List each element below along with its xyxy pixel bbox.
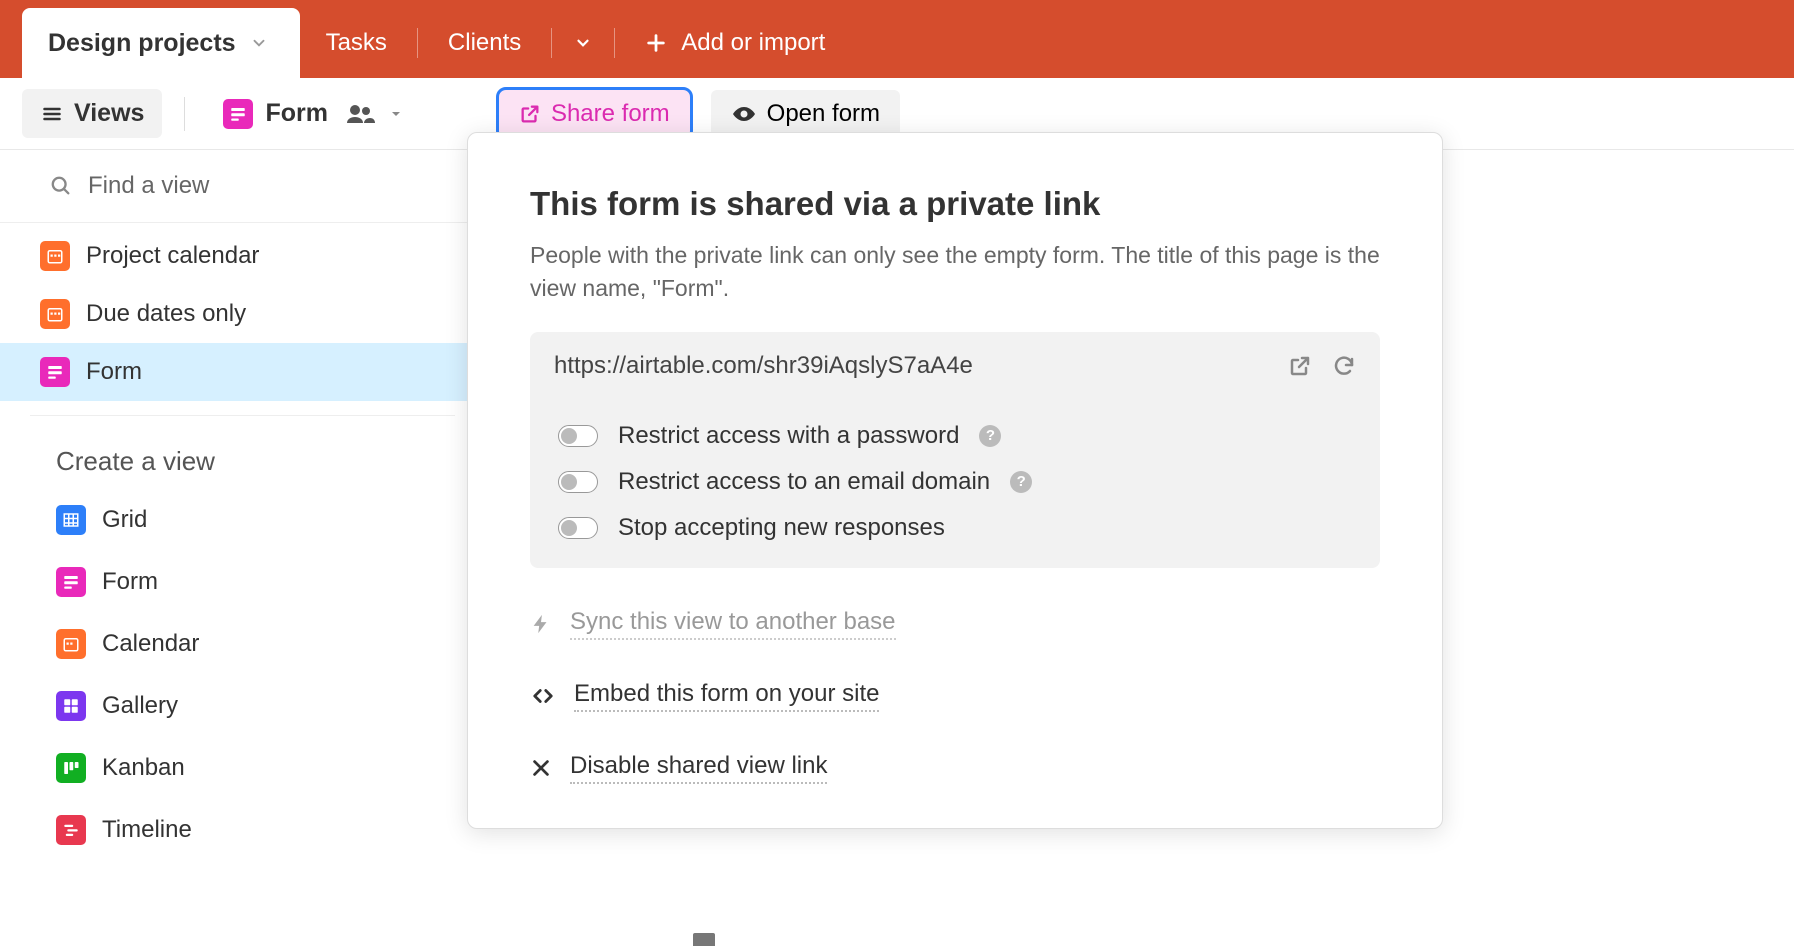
- tab-more-dropdown[interactable]: [556, 8, 610, 78]
- scroll-indicator: [693, 933, 715, 946]
- view-label: Form: [86, 358, 142, 386]
- option-restrict-domain: Restrict access to an email domain ?: [558, 468, 1352, 496]
- grid-icon: [56, 505, 86, 535]
- open-link-icon[interactable]: [1288, 354, 1312, 378]
- caret-down-icon: [388, 108, 404, 120]
- timeline-icon: [56, 815, 86, 845]
- toggle-restrict-password[interactable]: [558, 425, 598, 447]
- separator: [551, 28, 552, 58]
- share-options-box: Restrict access with a password ? Restri…: [530, 400, 1380, 568]
- view-item-project-calendar[interactable]: Project calendar: [0, 227, 485, 285]
- add-import-label: Add or import: [681, 29, 825, 57]
- view-item-due-dates[interactable]: Due dates only: [0, 285, 485, 343]
- view-label: Project calendar: [86, 242, 259, 270]
- table-tabs-bar: Design projects Tasks Clients Add or imp…: [0, 8, 1794, 78]
- separator: [614, 28, 615, 58]
- create-label: Grid: [102, 506, 147, 534]
- chevron-down-icon: [250, 34, 268, 52]
- option-label: Restrict access to an email domain: [618, 468, 990, 496]
- search-placeholder: Find a view: [88, 172, 209, 200]
- toggle-stop-responses[interactable]: [558, 517, 598, 539]
- views-list: Project calendar Due dates only Form: [0, 223, 485, 401]
- tab-label: Tasks: [326, 29, 387, 57]
- disable-link[interactable]: Disable shared view link: [530, 752, 1380, 784]
- menu-icon: [40, 104, 64, 124]
- bolt-icon: [530, 611, 552, 637]
- share-form-label: Share form: [551, 100, 670, 128]
- views-toggle-button[interactable]: Views: [22, 89, 162, 138]
- x-icon: [530, 757, 552, 779]
- create-timeline-view[interactable]: Timeline: [0, 799, 485, 861]
- find-view-input[interactable]: Find a view: [0, 150, 485, 223]
- disable-label: Disable shared view link: [570, 752, 827, 784]
- form-icon: [40, 357, 70, 387]
- views-label: Views: [74, 99, 144, 128]
- tab-label: Clients: [448, 29, 521, 57]
- calendar-icon: [40, 299, 70, 329]
- create-view-heading: Create a view: [0, 446, 485, 489]
- toggle-restrict-domain[interactable]: [558, 471, 598, 493]
- eye-icon: [731, 105, 757, 123]
- create-gallery-view[interactable]: Gallery: [0, 675, 485, 737]
- chevron-down-icon: [574, 34, 592, 52]
- external-link-icon: [519, 103, 541, 125]
- open-form-label: Open form: [767, 100, 880, 128]
- calendar-icon: [40, 241, 70, 271]
- current-view-label: Form: [265, 99, 328, 128]
- create-label: Gallery: [102, 692, 178, 720]
- separator: [184, 97, 185, 131]
- form-icon: [56, 567, 86, 597]
- popover-description: People with the private link can only se…: [530, 239, 1380, 306]
- sync-view-link[interactable]: Sync this view to another base: [530, 608, 1380, 640]
- tab-label: Design projects: [48, 29, 236, 58]
- share-form-popover: This form is shared via a private link P…: [467, 132, 1443, 829]
- share-url-text[interactable]: https://airtable.com/shr39iAqslyS7aA4e: [554, 352, 1272, 380]
- option-label: Restrict access with a password: [618, 422, 959, 450]
- create-grid-view[interactable]: Grid: [0, 489, 485, 551]
- create-label: Form: [102, 568, 158, 596]
- share-link-box: https://airtable.com/shr39iAqslyS7aA4e: [530, 332, 1380, 400]
- gallery-icon: [56, 691, 86, 721]
- kanban-icon: [56, 753, 86, 783]
- form-icon: [223, 99, 253, 129]
- calendar-icon: [56, 629, 86, 659]
- search-icon: [50, 175, 72, 197]
- help-icon[interactable]: ?: [979, 425, 1001, 447]
- option-label: Stop accepting new responses: [618, 514, 945, 542]
- create-label: Calendar: [102, 630, 199, 658]
- regenerate-icon[interactable]: [1332, 354, 1356, 378]
- open-form-button[interactable]: Open form: [711, 90, 900, 138]
- sync-label: Sync this view to another base: [570, 608, 896, 640]
- people-icon: [346, 103, 376, 125]
- create-label: Kanban: [102, 754, 185, 782]
- tab-design-projects[interactable]: Design projects: [22, 8, 300, 78]
- current-view-button[interactable]: Form: [207, 89, 420, 139]
- view-label: Due dates only: [86, 300, 246, 328]
- option-stop-responses: Stop accepting new responses: [558, 514, 1352, 542]
- add-or-import-button[interactable]: Add or import: [619, 8, 851, 78]
- create-kanban-view[interactable]: Kanban: [0, 737, 485, 799]
- embed-label: Embed this form on your site: [574, 680, 879, 712]
- divider: [30, 415, 455, 416]
- embed-form-link[interactable]: Embed this form on your site: [530, 680, 1380, 712]
- create-view-list: Grid Form Calendar Gallery Kanban Timeli…: [0, 489, 485, 861]
- code-icon: [530, 685, 556, 707]
- create-calendar-view[interactable]: Calendar: [0, 613, 485, 675]
- tab-tasks[interactable]: Tasks: [300, 8, 413, 78]
- create-label: Timeline: [102, 816, 192, 844]
- help-icon[interactable]: ?: [1010, 471, 1032, 493]
- popover-title: This form is shared via a private link: [530, 185, 1380, 223]
- create-form-view[interactable]: Form: [0, 551, 485, 613]
- plus-icon: [645, 32, 667, 54]
- brand-strip: [0, 0, 1794, 8]
- tab-clients[interactable]: Clients: [422, 8, 547, 78]
- content-area: This form is shared via a private link P…: [485, 150, 1794, 861]
- view-item-form[interactable]: Form: [0, 343, 485, 401]
- separator: [417, 28, 418, 58]
- option-restrict-password: Restrict access with a password ?: [558, 422, 1352, 450]
- views-sidebar: Find a view Project calendar Due dates o…: [0, 150, 485, 861]
